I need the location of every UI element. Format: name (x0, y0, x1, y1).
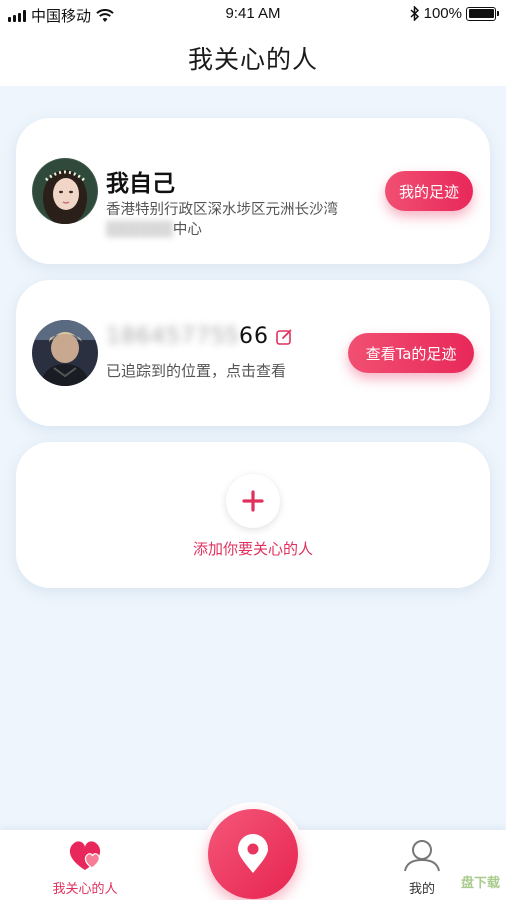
self-address: 香港特别行政区深水埗区元洲长沙湾▒▒▒▒▒▒中心 (106, 202, 338, 238)
locate-button[interactable] (208, 809, 298, 899)
add-person-button[interactable] (226, 474, 280, 528)
battery-icon (466, 6, 499, 21)
plus-icon (242, 490, 264, 512)
hearts-icon (69, 841, 101, 870)
page-title: 我关心的人 (187, 45, 318, 74)
battery-percent: 100% (423, 5, 462, 22)
tracked-phone-visible: 66 (238, 324, 269, 349)
watermark: 盘下载 (460, 876, 500, 891)
my-footprint-button[interactable]: 我的足迹 (385, 171, 473, 211)
location-pin-icon (238, 834, 268, 873)
tracked-phone-row: 18645775566 (106, 324, 293, 349)
bluetooth-icon (410, 6, 419, 21)
tab-care-label: 我关心的人 (52, 882, 118, 897)
avatar-self (32, 158, 98, 224)
tab-care[interactable]: 我关心的人 (25, 838, 145, 897)
view-footprint-button[interactable]: 查看Ta的足迹 (348, 333, 474, 373)
tracked-phone: 18645775566 (106, 324, 269, 349)
status-right: 100% (410, 5, 499, 22)
user-icon (404, 840, 440, 872)
battery-fill (468, 9, 494, 18)
self-address-text: 香港特别行政区深水埗区元洲长沙湾 (106, 202, 338, 218)
tracked-card[interactable]: 18645775566 已追踪到的位置，点击查看 查看Ta的足迹 (16, 280, 490, 426)
center-button-wrap (201, 802, 305, 900)
edit-icon[interactable] (275, 328, 293, 346)
self-address-tail: 中心 (172, 222, 202, 238)
self-card[interactable]: 我自己 香港特别行政区深水埗区元洲长沙湾▒▒▒▒▒▒中心 我的足迹 (16, 118, 490, 264)
tracked-status: 已追踪到的位置，点击查看 (106, 362, 287, 380)
nav-bar: 我关心的人 (0, 28, 506, 86)
add-person-card[interactable]: 添加你要关心的人 (16, 442, 490, 588)
avatar-tracked (32, 320, 98, 386)
add-person-label: 添加你要关心的人 (192, 540, 313, 558)
status-bar: 中国移动 9:41 AM 100% (0, 0, 506, 28)
self-name: 我自己 (106, 171, 175, 197)
